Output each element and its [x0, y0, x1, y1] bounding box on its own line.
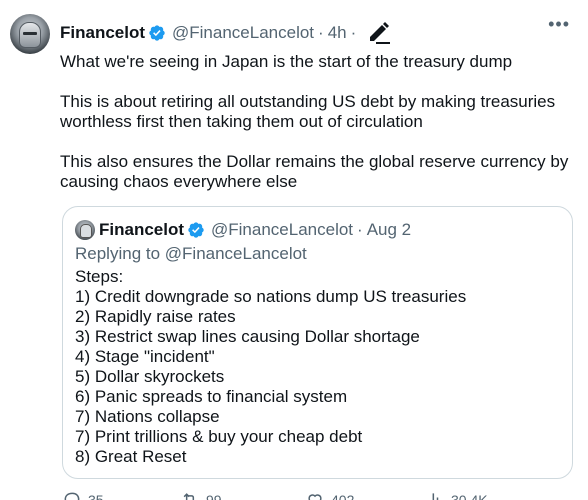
views-chart-icon	[428, 493, 439, 500]
quoted-tweet-text: Steps: 1) Credit downgrade so nations du…	[75, 267, 466, 467]
retweet-button[interactable]: 99	[180, 490, 222, 500]
replying-to: Replying to @FinanceLancelot	[75, 244, 307, 263]
verified-badge-icon	[187, 221, 205, 239]
step-line: 8) Great Reset	[75, 447, 187, 466]
quoted-author-handle: @FinanceLancelot	[211, 220, 354, 239]
reply-count: 35	[88, 492, 104, 500]
heart-icon	[308, 494, 322, 500]
retweet-icon	[183, 493, 195, 500]
quoted-tweet-header: Financelot @FinanceLancelot · Aug 2	[75, 219, 411, 241]
tweet-paragraph: This is about retiring all outstanding U…	[60, 92, 556, 131]
author-name[interactable]: Financelot	[60, 23, 145, 43]
edit-pencil-icon[interactable]	[366, 19, 392, 45]
separator-dot: ·	[318, 23, 324, 42]
quoted-tweet[interactable]: Financelot @FinanceLancelot · Aug 2 Repl…	[62, 206, 573, 479]
step-line: 4) Stage "incident"	[75, 347, 215, 366]
step-line: 3) Restrict swap lines causing Dollar sh…	[75, 327, 420, 346]
retweet-count: 99	[206, 492, 222, 500]
separator-dot: ·	[357, 220, 363, 239]
separator-dot: ·	[350, 23, 357, 42]
view-count: 30.4K	[451, 492, 488, 500]
reply-button[interactable]: 35	[62, 490, 104, 500]
helmet-shape	[19, 22, 41, 48]
more-options-icon[interactable]: •••	[548, 14, 570, 35]
quoted-tweet-time: Aug 2	[366, 220, 412, 239]
tweet-actions: 35 99 402 30.4K	[60, 490, 580, 500]
step-line: 7) Print trillions & buy your cheap debt	[75, 427, 363, 446]
verified-badge-icon	[148, 24, 166, 42]
author-handle[interactable]: @FinanceLancelot	[172, 23, 314, 43]
step-line: 7) Nations collapse	[75, 407, 220, 426]
tweet-time[interactable]: 4h	[328, 23, 347, 43]
like-button[interactable]: 402	[305, 490, 354, 500]
tweet-header: Financelot @FinanceLancelot · 4h ·	[60, 21, 392, 45]
step-line: 5) Dollar skyrockets	[75, 367, 225, 386]
reply-icon	[64, 492, 80, 500]
step-line: 6) Panic spreads to financial system	[75, 387, 348, 406]
views-button[interactable]: 30.4K	[425, 490, 488, 500]
tweet-paragraph: What we're seeing in Japan is the start …	[60, 52, 513, 71]
step-line: 2) Rapidly raise rates	[75, 307, 236, 326]
author-avatar[interactable]	[10, 14, 50, 54]
tweet-text: What we're seeing in Japan is the start …	[60, 52, 580, 212]
step-line: 1) Credit downgrade so nations dump US t…	[75, 287, 467, 306]
visor-shape	[23, 32, 37, 35]
quoted-author-avatar	[75, 220, 95, 240]
step-line: Steps:	[75, 267, 124, 286]
tweet-paragraph: This also ensures the Dollar remains the…	[60, 152, 569, 191]
like-count: 402	[331, 492, 355, 500]
quoted-author-name: Financelot	[99, 220, 185, 239]
